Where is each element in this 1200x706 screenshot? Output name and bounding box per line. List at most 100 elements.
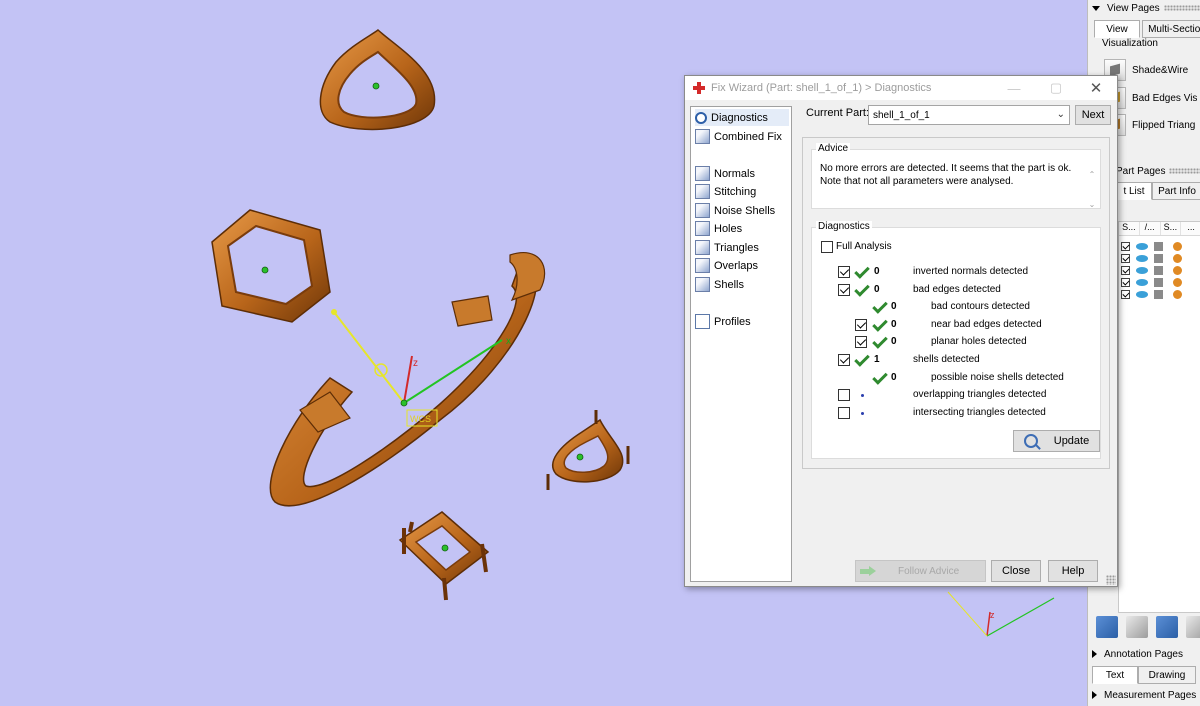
eye-icon[interactable] (1136, 254, 1148, 262)
pear-bezel-top[interactable] (319, 29, 436, 131)
nav-label: Triangles (714, 241, 759, 254)
part-row[interactable] (1119, 240, 1200, 252)
bad-edges-checkbox[interactable] (838, 284, 850, 296)
parts-wire-icon[interactable] (1186, 616, 1200, 638)
eye-icon[interactable] (1136, 242, 1148, 250)
tab-part-list[interactable]: t List (1116, 182, 1152, 200)
shells-checkbox[interactable] (838, 354, 850, 366)
shading-cube-icon[interactable] (1154, 241, 1163, 251)
inverted-normals-label: inverted normals detected (913, 266, 1029, 277)
parts-cube-icon[interactable] (1096, 616, 1118, 638)
maximize-icon[interactable]: ▢ (1041, 76, 1071, 100)
parts-add-icon[interactable] (1156, 616, 1178, 638)
eye-icon[interactable] (1136, 278, 1148, 286)
minimize-icon[interactable]: — (999, 76, 1029, 100)
nav-item-profiles[interactable]: Profiles (695, 313, 751, 330)
dialog-titlebar[interactable]: Fix Wizard (Part: shell_1_of_1) > Diagno… (685, 76, 1117, 100)
tab-text[interactable]: Text (1092, 666, 1138, 684)
annotation-pages-header[interactable]: Annotation Pages (1092, 646, 1183, 662)
eye-icon[interactable] (1136, 266, 1148, 274)
visible-checkbox[interactable] (1121, 253, 1130, 263)
visible-checkbox[interactable] (1121, 241, 1130, 251)
next-button[interactable]: Next (1075, 105, 1111, 125)
nav-item-diagnostics[interactable]: Diagnostics (695, 109, 789, 126)
follow-advice-label: Follow Advice (898, 565, 960, 577)
shading-cube-icon[interactable] (1154, 265, 1163, 275)
green-check-icon (854, 265, 868, 279)
shading-cube-icon[interactable] (1154, 277, 1163, 287)
eye-icon[interactable] (1136, 290, 1148, 298)
close-button[interactable]: Close (991, 560, 1041, 582)
part-row[interactable] (1119, 288, 1200, 300)
nav-item-holes[interactable]: Holes (695, 220, 742, 237)
grid-col-header[interactable]: S... (1161, 222, 1182, 235)
inverted-normals-checkbox[interactable] (838, 266, 850, 278)
nav-item-overlaps[interactable]: Overlaps (695, 257, 758, 274)
resize-grip-icon[interactable] (1106, 575, 1116, 585)
nav-item-noise-shells[interactable]: Noise Shells (695, 202, 775, 219)
measurement-pages-header[interactable]: Measurement Pages (1092, 687, 1196, 703)
update-button[interactable]: Update (1013, 430, 1100, 452)
grid-col-header[interactable]: S... (1119, 222, 1140, 235)
overlapping-label: overlapping triangles detected (913, 389, 1047, 400)
overlapping-checkbox[interactable] (838, 389, 850, 401)
planar-holes-count: 0 (891, 336, 897, 347)
square-halo[interactable] (211, 209, 331, 323)
current-part-select[interactable]: shell_1_of_1 ⌄ (868, 105, 1070, 125)
near-bad-edges-checkbox[interactable] (855, 319, 867, 331)
part-row[interactable] (1119, 276, 1200, 288)
noise-shells-count: 0 (891, 372, 897, 383)
annotation-pages-label: Annotation Pages (1104, 648, 1183, 660)
nav-item-combined-fix[interactable]: Combined Fix (695, 128, 782, 145)
nav-item-normals[interactable]: Normals (695, 165, 755, 182)
visible-checkbox[interactable] (1121, 277, 1130, 287)
shading-cube-icon[interactable] (1154, 289, 1163, 299)
nav-label: Diagnostics (711, 111, 768, 124)
intersecting-checkbox[interactable] (838, 407, 850, 419)
visible-checkbox[interactable] (1121, 265, 1130, 275)
bad-edges-visibility-button[interactable]: Bad Edges Vis (1104, 87, 1197, 109)
part-pages-header[interactable]: Part Pages (1116, 163, 1200, 179)
nav-label: Shells (714, 278, 744, 291)
nav-item-stitching[interactable]: Stitching (695, 183, 756, 200)
shading-cube-icon[interactable] (1154, 253, 1163, 263)
help-button[interactable]: Help (1048, 560, 1098, 582)
close-icon[interactable]: ✕ (1081, 76, 1111, 100)
planar-holes-checkbox[interactable] (855, 336, 867, 348)
fix-wizard-dialog: Fix Wizard (Part: shell_1_of_1) > Diagno… (684, 75, 1118, 587)
parts-select-icon[interactable] (1126, 616, 1148, 638)
grid-col-header[interactable]: ... (1181, 222, 1200, 235)
green-check-icon (872, 335, 886, 349)
normals-icon (695, 166, 710, 181)
follow-advice-button[interactable]: Follow Advice (855, 560, 986, 582)
pending-dot-icon (861, 394, 864, 397)
axis-z-label: z (413, 358, 418, 369)
full-analysis-checkbox[interactable] (821, 241, 833, 253)
nav-item-triangles[interactable]: Triangles (695, 239, 759, 256)
grip-dots-icon (1163, 5, 1200, 11)
grid-col-header[interactable]: /... (1140, 222, 1161, 235)
advice-scrollbar[interactable]: ⌃ ⌄ (1087, 160, 1097, 209)
part-row[interactable] (1119, 264, 1200, 276)
advice-text: No more errors are detected. It seems th… (820, 163, 1072, 187)
color-dot-icon[interactable] (1173, 277, 1182, 287)
visible-checkbox[interactable] (1121, 289, 1130, 299)
color-dot-icon[interactable] (1173, 253, 1182, 263)
color-dot-icon[interactable] (1173, 241, 1182, 251)
nav-label: Holes (714, 222, 743, 235)
tab-drawing[interactable]: Drawing (1138, 666, 1196, 684)
tab-multi-section[interactable]: Multi-Section (1142, 20, 1200, 38)
part-pages-label: Part Pages (1116, 165, 1166, 177)
view-pages-header[interactable]: View Pages (1092, 0, 1200, 16)
noise-shells-label: possible noise shells detected (931, 372, 1064, 383)
color-dot-icon[interactable] (1173, 265, 1182, 275)
part-row[interactable] (1119, 252, 1200, 264)
nav-item-shells[interactable]: Shells (695, 276, 744, 293)
mini-axis-z-label: z (990, 610, 995, 620)
tab-part-info[interactable]: Part Info (1152, 182, 1200, 200)
pear-setting-small[interactable] (546, 410, 630, 490)
tab-view[interactable]: View (1094, 20, 1140, 38)
flipped-triangles-label: Flipped Triang (1132, 119, 1196, 131)
color-dot-icon[interactable] (1173, 289, 1182, 299)
square-setting-small[interactable] (398, 511, 490, 601)
